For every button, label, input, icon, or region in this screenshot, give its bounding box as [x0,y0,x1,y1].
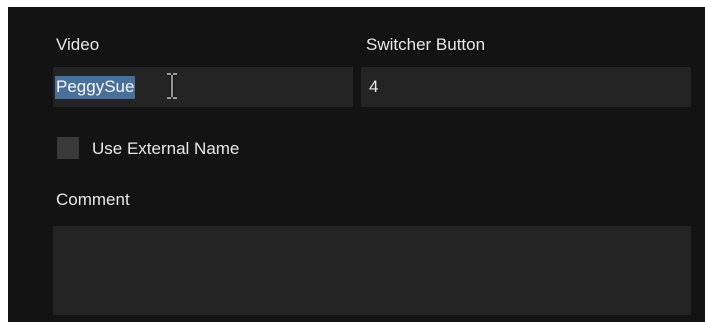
switcher-button-value: 4 [369,77,379,96]
comment-label: Comment [56,190,130,209]
video-properties-panel: Video PeggySue Switcher Button 4 Use Ext… [8,7,705,322]
use-external-name-label[interactable]: Use External Name [92,139,239,159]
video-label: Video [56,35,100,54]
switcher-button-label: Switcher Button [366,35,486,54]
comment-textarea[interactable] [53,226,691,315]
video-name-input[interactable]: PeggySue [53,67,353,107]
video-name-value: PeggySue [55,76,136,99]
text-ibeam-cursor-icon [167,73,177,99]
use-external-name-checkbox[interactable] [57,137,79,159]
switcher-button-input[interactable]: 4 [361,67,691,107]
